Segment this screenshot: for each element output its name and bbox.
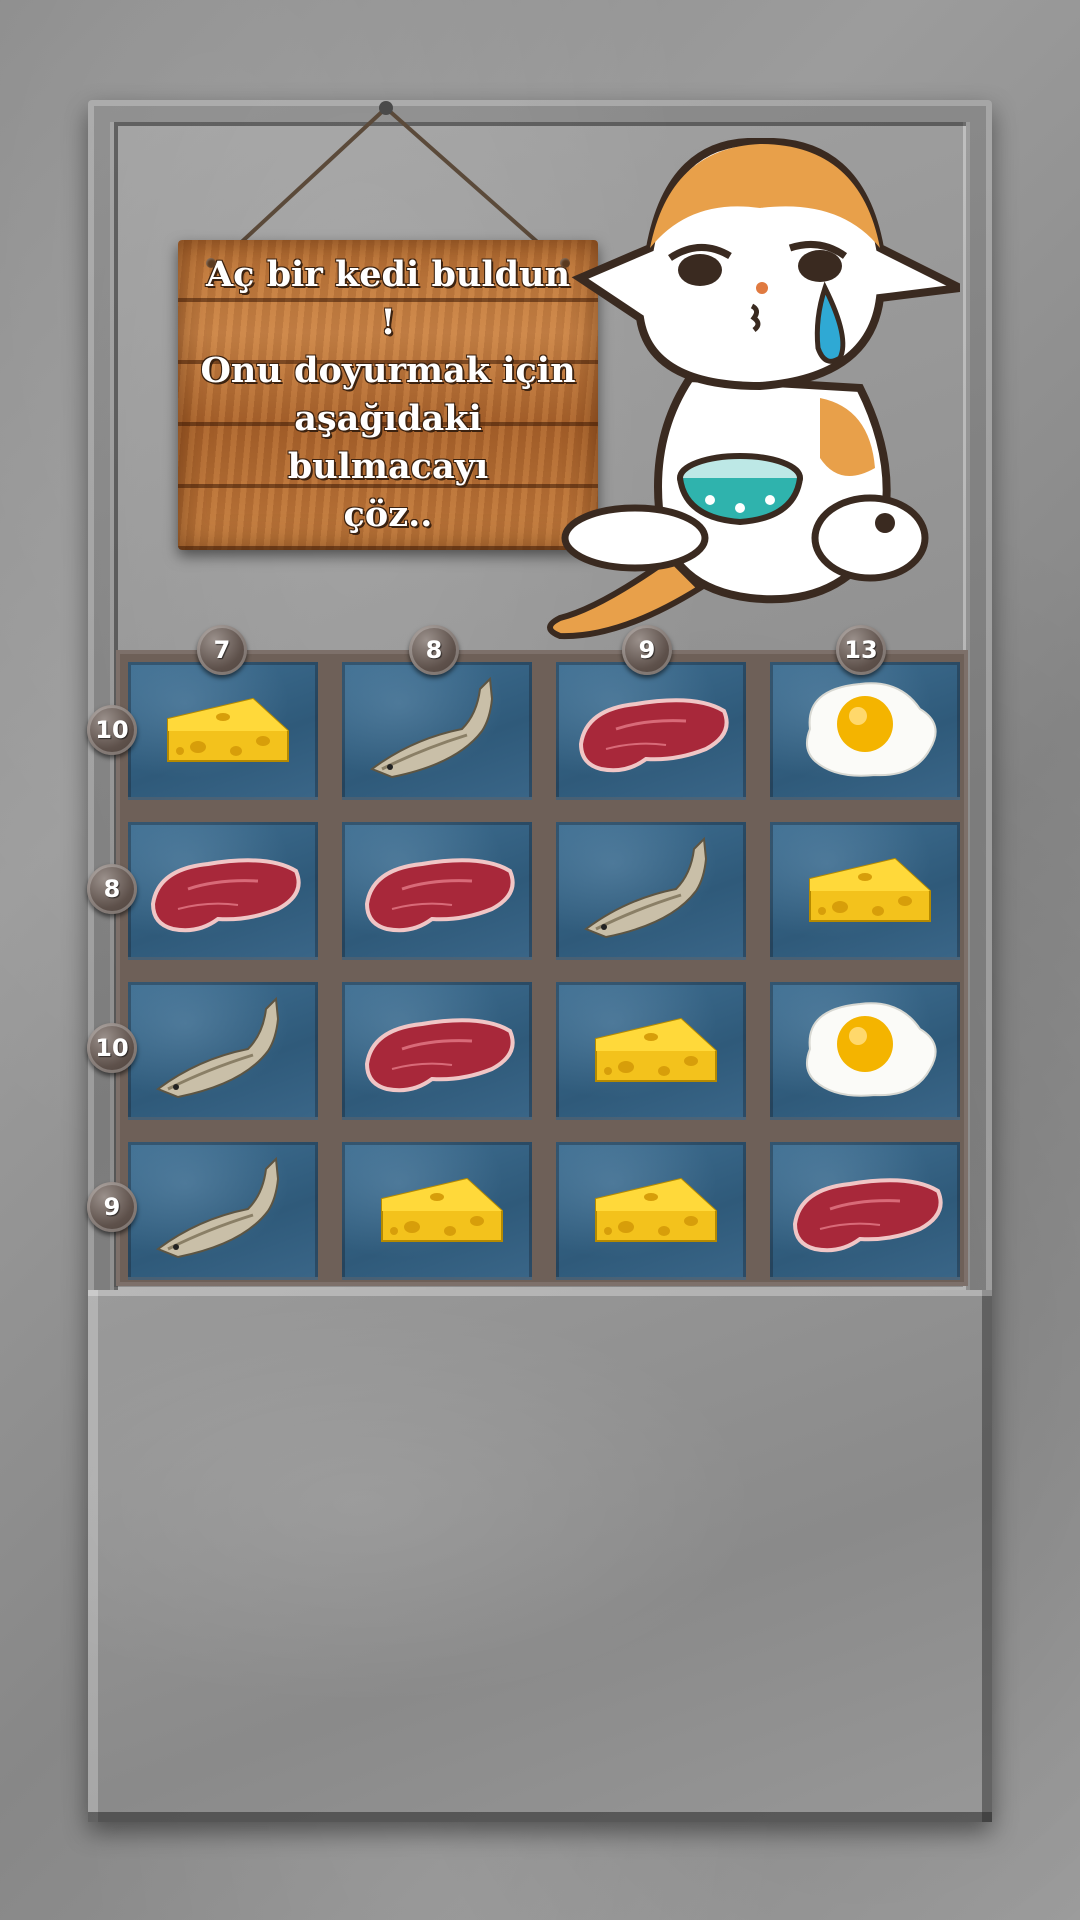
row-clue: 10: [87, 705, 137, 755]
grid-cell: [556, 662, 746, 800]
grid-cell: [128, 982, 318, 1120]
grid-cell: [770, 662, 960, 800]
meat-icon: [352, 989, 522, 1113]
column-clue: 7: [197, 625, 247, 675]
column-clue: 13: [836, 625, 886, 675]
meat-icon: [138, 829, 308, 953]
instruction-sign: Aç bir kedi buldun ! Onu doyurmak için a…: [178, 240, 598, 550]
sign-line: çöz..: [343, 494, 433, 535]
fish-icon: [566, 829, 736, 953]
grid-cell: [342, 1142, 532, 1280]
grid-cell: [556, 982, 746, 1120]
column-clue: 8: [409, 625, 459, 675]
grid-cell: [770, 1142, 960, 1280]
cheese-icon: [352, 1149, 522, 1273]
egg-icon: [780, 669, 950, 793]
egg-icon: [780, 989, 950, 1113]
row-clue: 8: [87, 864, 137, 914]
sign-line: Onu doyurmak için: [200, 350, 576, 391]
meat-icon: [780, 1149, 950, 1273]
row-clue: 9: [87, 1182, 137, 1232]
grid-cell: [128, 1142, 318, 1280]
grid-cell: [342, 662, 532, 800]
sign-line: aşağıdaki bulmacayı: [287, 398, 489, 487]
sign-text: Aç bir kedi buldun ! Onu doyurmak için a…: [178, 251, 598, 539]
puzzle-grid: [116, 650, 968, 1286]
grid-cell: [770, 982, 960, 1120]
column-clue: 9: [622, 625, 672, 675]
cheese-icon: [566, 1149, 736, 1273]
grid-cell: [128, 822, 318, 960]
cheese-icon: [566, 989, 736, 1113]
sign-line: Aç bir kedi buldun !: [205, 254, 571, 343]
sad-cat-icon: [547, 138, 960, 640]
grid-cell: [556, 822, 746, 960]
fish-icon: [138, 1149, 308, 1273]
cheese-icon: [138, 669, 308, 793]
grid-cell: [342, 982, 532, 1120]
grid-cell: [342, 822, 532, 960]
grid-cell: [128, 662, 318, 800]
nail-icon: [206, 258, 216, 268]
grid-cell: [770, 822, 960, 960]
meat-icon: [566, 669, 736, 793]
answer-area: [88, 1290, 992, 1822]
cheese-icon: [780, 829, 950, 953]
meat-icon: [352, 829, 522, 953]
row-clue: 10: [87, 1023, 137, 1073]
fish-icon: [138, 989, 308, 1113]
grid-cell: [556, 1142, 746, 1280]
fish-icon: [352, 669, 522, 793]
